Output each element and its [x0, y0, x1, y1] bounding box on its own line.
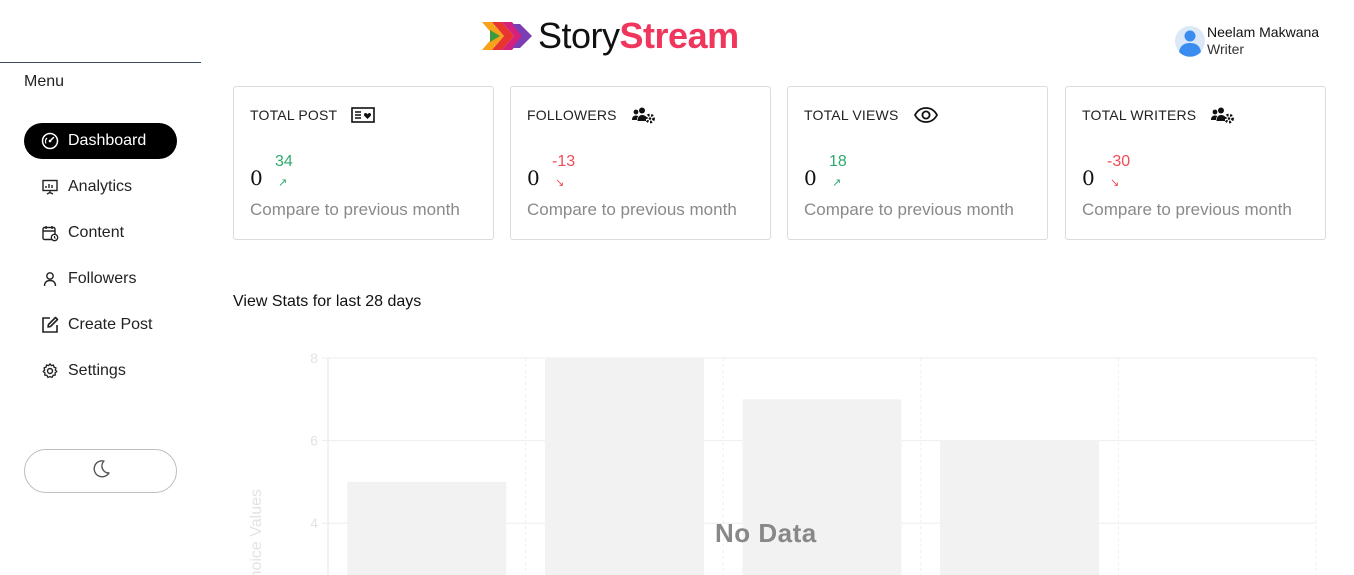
logo-chevrons-icon [482, 22, 532, 50]
card-value: 0 [1082, 166, 1095, 190]
users-gear-icon [1210, 106, 1235, 124]
sidebar-item-followers[interactable]: Followers [24, 261, 177, 297]
sidebar-item-label: Content [68, 224, 125, 241]
card-change: -13 [552, 153, 576, 170]
users-gear-icon [631, 106, 655, 124]
card-value: 0 [804, 166, 817, 190]
sidebar-item-content[interactable]: Content [24, 215, 177, 251]
theme-toggle-button[interactable] [24, 449, 177, 493]
stats-title: View Stats for last 28 days [233, 293, 422, 310]
card-title-text: TOTAL VIEWS [804, 107, 899, 123]
eye-icon [913, 106, 939, 124]
sidebar-divider [0, 62, 201, 63]
card-title: FOLLOWERS [527, 106, 655, 124]
sidebar-item-dashboard[interactable]: Dashboard [24, 123, 177, 159]
stat-card-followers: FOLLOWERS 0 -13 ↘ Compare to previous mo… [510, 86, 771, 240]
sidebar-item-analytics[interactable]: Analytics [24, 169, 177, 205]
gauge-icon [40, 131, 60, 151]
calendar-clock-icon [40, 223, 60, 243]
sidebar-item-label: Create Post [68, 316, 153, 333]
user-profile[interactable]: Neelam Makwana Writer [1175, 24, 1319, 58]
logo-text: StoryStream [538, 16, 739, 56]
card-value: 0 [527, 166, 540, 190]
user-role: Writer [1207, 41, 1245, 57]
chart-y-tick-label: 6 [310, 433, 318, 449]
card-change: 18 [829, 153, 847, 170]
user-info: Neelam Makwana Writer [1207, 24, 1319, 58]
card-compare-text: Compare to previous month [527, 200, 737, 219]
card-change: 34 [275, 153, 293, 170]
logo-text-stream: Stream [619, 15, 740, 56]
card-title-text: TOTAL WRITERS [1082, 107, 1197, 123]
card-compare-text: Compare to previous month [804, 200, 1014, 219]
chart-bar [544, 358, 704, 575]
menu-label: Menu [24, 73, 65, 90]
trend-up-icon: ↗ [278, 177, 288, 189]
chart-y-tick-label: 8 [310, 350, 318, 366]
sidebar: Menu Dashboard Analytics Content Followe… [0, 0, 201, 575]
news-icon [351, 106, 376, 124]
sidebar-item-label: Settings [68, 362, 126, 379]
sidebar-item-settings[interactable]: Settings [24, 353, 177, 389]
card-title: TOTAL WRITERS [1082, 106, 1235, 124]
card-compare-text: Compare to previous month [250, 200, 460, 219]
trend-down-icon: ↘ [1110, 177, 1120, 189]
chart-bar [347, 481, 507, 575]
sidebar-item-create-post[interactable]: Create Post [24, 307, 177, 343]
sidebar-item-label: Dashboard [68, 132, 147, 149]
card-value: 0 [250, 166, 263, 190]
view-stats-chart: 8 6 4 Choice Values No Data [233, 340, 1326, 575]
card-change: -30 [1107, 153, 1131, 170]
user-name: Neelam Makwana [1207, 24, 1320, 40]
card-title: TOTAL VIEWS [804, 106, 939, 124]
sidebar-item-label: Analytics [68, 178, 133, 195]
trend-down-icon: ↘ [555, 177, 565, 189]
edit-icon [40, 315, 60, 335]
card-title-text: TOTAL POST [250, 107, 338, 123]
chart-bar [940, 440, 1100, 575]
app-logo[interactable]: StoryStream [480, 14, 739, 58]
moon-icon [90, 458, 112, 485]
stat-card-total-post: TOTAL POST 0 34 ↗ Compare to previous mo… [233, 86, 494, 240]
sidebar-nav: Dashboard Analytics Content Followers Cr… [24, 123, 177, 399]
sidebar-item-label: Followers [68, 270, 137, 287]
user-icon [40, 269, 60, 289]
presentation-chart-icon [40, 177, 60, 197]
chart-y-tick-label: 4 [310, 515, 318, 531]
no-data-label: No Data [715, 518, 817, 548]
stat-card-total-views: TOTAL VIEWS 0 18 ↗ Compare to previous m… [787, 86, 1048, 240]
stat-card-total-writers: TOTAL WRITERS 0 -30 ↘ Compare to previou… [1065, 86, 1326, 240]
logo-text-story: Story [538, 15, 620, 56]
card-title-text: FOLLOWERS [527, 107, 617, 123]
user-avatar-icon [1175, 26, 1205, 57]
trend-up-icon: ↗ [832, 177, 842, 189]
card-compare-text: Compare to previous month [1082, 200, 1292, 219]
chart-y-axis-label: Choice Values [248, 489, 265, 575]
gear-icon [40, 361, 60, 381]
card-title: TOTAL POST [250, 106, 376, 124]
